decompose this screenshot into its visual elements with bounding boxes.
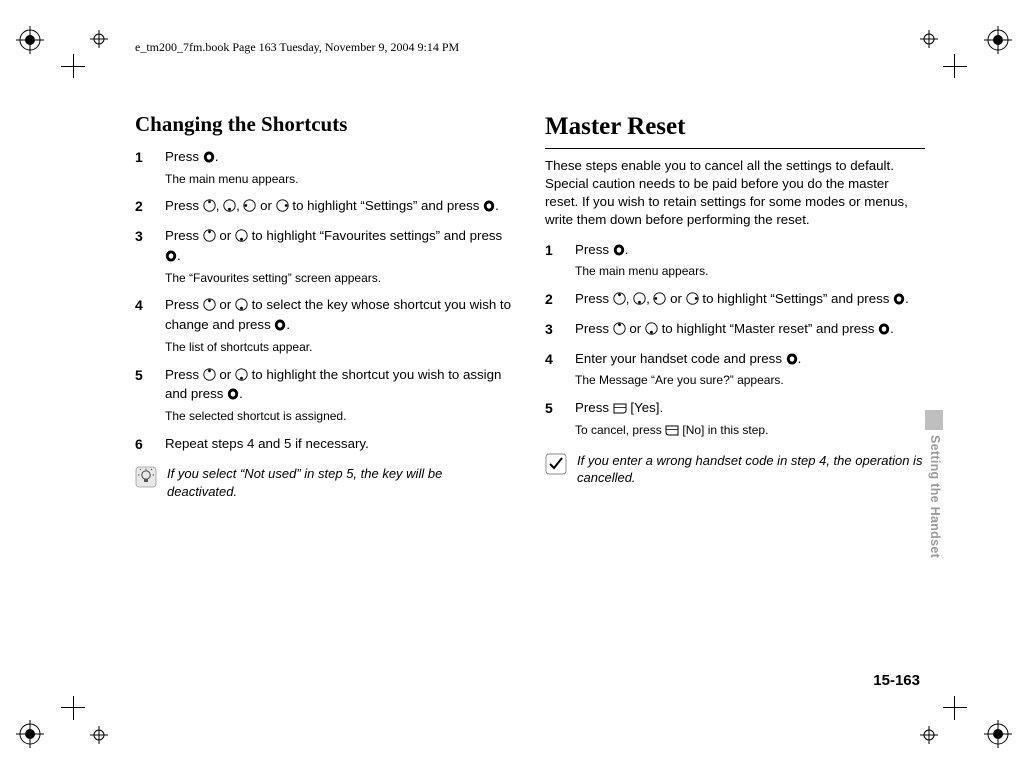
step-item: 5 Press [Yes]. To cancel, press [No] in … — [545, 399, 925, 440]
center-key-icon — [274, 318, 286, 336]
step-item: 4 Press or to select the key whose short… — [135, 296, 515, 355]
step-number: 1 — [135, 148, 165, 187]
note-text: If you select “Not used” in step 5, the … — [167, 465, 515, 500]
step-text: Press . — [165, 148, 515, 168]
step-text: Press or to select the key whose shortcu… — [165, 296, 515, 336]
step-text: Press or to highlight “Favourites settin… — [165, 227, 515, 267]
step-number: 5 — [135, 366, 165, 425]
registration-small-icon — [920, 726, 938, 744]
step-text: Press [Yes]. — [575, 399, 925, 419]
center-key-icon — [227, 387, 239, 405]
step-item: 3 Press or to highlight “Favourites sett… — [135, 227, 515, 286]
nav-down-icon — [223, 199, 236, 217]
checkmark-icon — [545, 453, 567, 475]
step-number: 6 — [135, 435, 165, 454]
nav-up-icon — [203, 368, 216, 386]
heading-rule — [545, 148, 925, 149]
center-key-icon — [786, 352, 798, 370]
center-key-icon — [613, 243, 625, 261]
lightbulb-icon — [135, 466, 157, 488]
registration-mark-icon — [16, 720, 44, 748]
check-note: If you enter a wrong handset code in ste… — [545, 452, 925, 487]
section-heading-master-reset: Master Reset — [545, 110, 925, 144]
step-number: 3 — [135, 227, 165, 286]
nav-down-icon — [235, 298, 248, 316]
note-text: If you enter a wrong handset code in ste… — [577, 452, 925, 487]
step-number: 4 — [135, 296, 165, 355]
step-subtext: The main menu appears. — [575, 263, 925, 279]
nav-down-icon — [645, 322, 658, 340]
nav-down-icon — [633, 292, 646, 310]
step-subtext: The list of shortcuts appear. — [165, 339, 515, 355]
right-column: Master Reset These steps enable you to c… — [545, 110, 925, 501]
step-item: 1 Press . The main menu appears. — [545, 241, 925, 280]
step-text: Press or to highlight the shortcut you w… — [165, 366, 515, 406]
nav-up-icon — [613, 322, 626, 340]
step-item: 4 Enter your handset code and press . Th… — [545, 350, 925, 389]
softkey-left-icon — [613, 401, 627, 419]
crop-mark-icon — [915, 668, 955, 708]
content-area: Changing the Shortcuts 1 Press . The mai… — [135, 110, 925, 501]
crop-mark-icon — [73, 66, 113, 106]
center-key-icon — [203, 150, 215, 168]
registration-small-icon — [920, 30, 938, 48]
step-item: 5 Press or to highlight the shortcut you… — [135, 366, 515, 425]
nav-up-icon — [613, 292, 626, 310]
page-number: 15-163 — [873, 672, 920, 689]
step-item: 2 Press , , or to highlight “Settings” a… — [135, 197, 515, 217]
side-section-label: Setting the Handset — [928, 435, 942, 558]
step-number: 4 — [545, 350, 575, 389]
nav-left-icon — [243, 199, 256, 217]
step-text: Repeat steps 4 and 5 if necessary. — [165, 435, 515, 453]
step-text: Enter your handset code and press . — [575, 350, 925, 370]
registration-mark-icon — [984, 26, 1012, 54]
crop-mark-icon — [915, 66, 955, 106]
step-subtext: The selected shortcut is assigned. — [165, 408, 515, 424]
registration-mark-icon — [984, 720, 1012, 748]
step-text: Press . — [575, 241, 925, 261]
nav-right-icon — [686, 292, 699, 310]
nav-up-icon — [203, 229, 216, 247]
left-column: Changing the Shortcuts 1 Press . The mai… — [135, 110, 515, 501]
step-text: Press , , or to highlight “Settings” and… — [165, 197, 515, 217]
nav-up-icon — [203, 298, 216, 316]
center-key-icon — [893, 292, 905, 310]
step-number: 1 — [545, 241, 575, 280]
step-number: 2 — [545, 290, 575, 310]
step-item: 6 Repeat steps 4 and 5 if necessary. — [135, 435, 515, 454]
nav-left-icon — [653, 292, 666, 310]
step-number: 2 — [135, 197, 165, 217]
step-item: 3 Press or to highlight “Master reset” a… — [545, 320, 925, 340]
crop-mark-icon — [73, 668, 113, 708]
side-tab-marker — [925, 410, 943, 430]
section-heading-shortcuts: Changing the Shortcuts — [135, 110, 515, 138]
intro-text: These steps enable you to cancel all the… — [545, 157, 925, 229]
step-subtext: The Message “Are you sure?” appears. — [575, 372, 925, 388]
nav-down-icon — [235, 229, 248, 247]
document-header: e_tm200_7fm.book Page 163 Tuesday, Novem… — [135, 40, 459, 55]
step-item: 2 Press , , or to highlight “Settings” a… — [545, 290, 925, 310]
step-subtext: The “Favourites setting” screen appears. — [165, 270, 515, 286]
tip-note: If you select “Not used” in step 5, the … — [135, 465, 515, 500]
center-key-icon — [165, 249, 177, 267]
center-key-icon — [483, 199, 495, 217]
step-number: 5 — [545, 399, 575, 440]
step-subtext: To cancel, press [No] in this step. — [575, 422, 925, 440]
softkey-right-icon — [665, 424, 679, 440]
registration-mark-icon — [16, 26, 44, 54]
step-item: 1 Press . The main menu appears. — [135, 148, 515, 187]
step-number: 3 — [545, 320, 575, 340]
step-subtext: The main menu appears. — [165, 171, 515, 187]
step-text: Press , , or to highlight “Settings” and… — [575, 290, 925, 310]
registration-small-icon — [90, 30, 108, 48]
center-key-icon — [878, 322, 890, 340]
step-text: Press or to highlight “Master reset” and… — [575, 320, 925, 340]
nav-up-icon — [203, 199, 216, 217]
nav-right-icon — [276, 199, 289, 217]
registration-small-icon — [90, 726, 108, 744]
nav-down-icon — [235, 368, 248, 386]
